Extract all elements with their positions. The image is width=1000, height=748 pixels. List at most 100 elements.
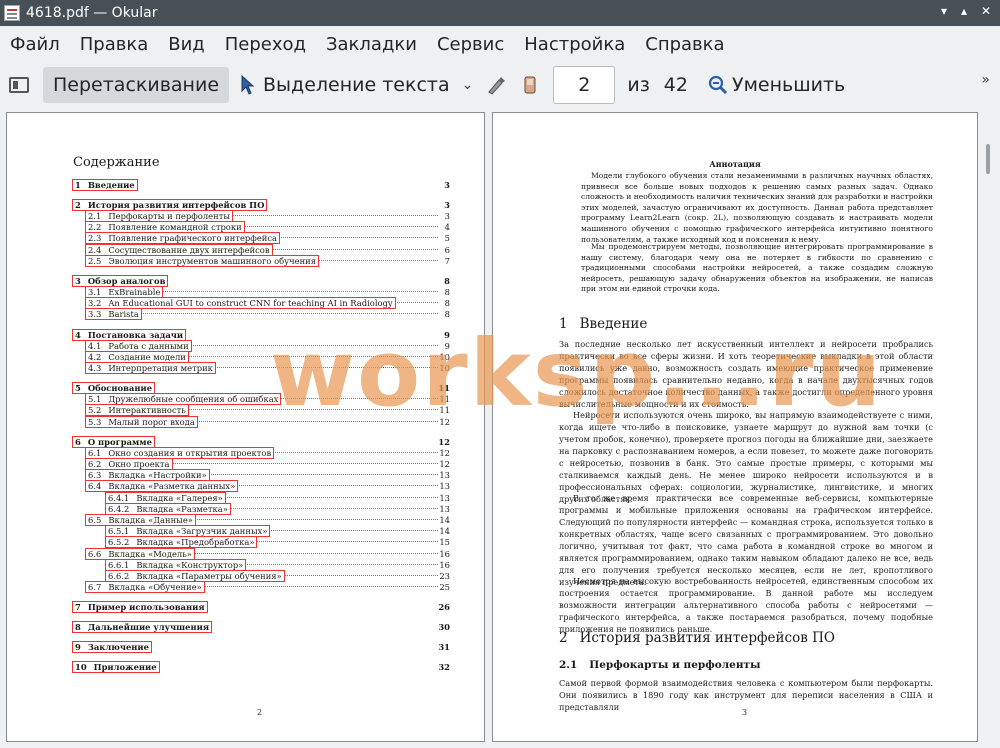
toc-link[interactable]: 6.7 Вкладка «Обучение» (85, 581, 205, 594)
menu-settings[interactable]: Настройка (514, 34, 635, 55)
sidebar-toggle-icon[interactable] (9, 77, 29, 93)
window-title: 4618.pdf — Okular (26, 5, 158, 21)
toc-link[interactable]: 5.3 Малый порог входа (85, 415, 198, 428)
text-selection-tool-button[interactable]: Выделение текста (241, 67, 450, 103)
toc-link[interactable]: 7 Пример использования (72, 601, 208, 614)
toc-link[interactable]: 1 Введение (72, 179, 138, 191)
toc-link[interactable]: 4.2 Создание модели (85, 350, 189, 363)
menu-help[interactable]: Справка (635, 34, 734, 55)
intro-paragraph-1: За последние несколько лет искусственный… (559, 339, 933, 409)
cursor-icon (241, 75, 255, 95)
toc-entry[interactable]: 4.1 Работа с данными 9 (85, 339, 450, 352)
vertical-scrollbar[interactable] (986, 144, 990, 174)
toc-link[interactable]: 6.6.1 Вкладка «Конструктор» (105, 558, 247, 571)
eraser-icon[interactable] (519, 74, 541, 96)
toc-link[interactable]: 3.3 Barista (85, 308, 142, 321)
toc-entry[interactable]: 8 Дальнейшие улучшения 30 (72, 621, 450, 634)
toc-entry[interactable]: 3.3 Barista 8 (85, 308, 450, 321)
toc-link[interactable]: 6.4 Вкладка «Разметка данных» (85, 480, 239, 493)
toc-link[interactable]: 4.3 Интерпретация метрик (85, 362, 216, 374)
toc-link[interactable]: 4.1 Работа с данными (85, 339, 192, 352)
toc-link[interactable]: 10 Приложение (72, 661, 160, 674)
toc-entry[interactable]: 6.6 Вкладка «Модель» 16 (85, 547, 450, 560)
toc-link[interactable]: 6.4.1 Вкладка «Галерея» (105, 491, 226, 504)
menu-bookmarks[interactable]: Закладки (316, 34, 427, 55)
toc-entry-page: 12 (439, 447, 450, 458)
toc-entry[interactable]: 6.5.2 Вкладка «Предобработка» 15 (105, 536, 450, 549)
toc-entry-number: 3.2 (88, 298, 102, 309)
toc-entry-number: 5 (75, 383, 81, 394)
text-selection-label: Выделение текста (263, 74, 450, 96)
menu-go[interactable]: Переход (215, 34, 316, 55)
toc-link[interactable]: 6.6 Вкладка «Модель» (85, 547, 195, 560)
toc-link[interactable]: 2.4 Сосуществование двух интерфейсов (85, 243, 273, 256)
toc-entry-title: Вкладка «Обучение» (108, 582, 202, 593)
toc-entry-page: 9 (444, 340, 450, 351)
toc-entry[interactable]: 10 Приложение 32 (72, 661, 450, 674)
toc-entry[interactable]: 7 Пример использования 26 (72, 601, 450, 614)
menu-view[interactable]: Вид (158, 34, 215, 55)
maximize-button[interactable]: ▴ (956, 4, 972, 18)
toc-entry-number: 6.5.1 (108, 526, 130, 537)
toc-entry[interactable]: 6.4 Вкладка «Разметка данных» 13 (85, 480, 450, 493)
toc-entry-title: Эволюция инструментов машинного обучения (108, 255, 317, 266)
toc-entry-title: Вкладка «Модель» (108, 548, 192, 559)
toc-entry[interactable]: 6.4.2 Вкладка «Разметка» 13 (105, 502, 450, 515)
pdf-page-3: Аннотация Модели глубокого обучения стал… (492, 112, 978, 742)
toc-entry-page: 14 (439, 526, 450, 537)
toc-entry[interactable]: 2.4 Сосуществование двух интерфейсов 6 (85, 243, 450, 256)
toc-entry-title: Интерактивность (108, 405, 186, 416)
toc-entry-page: 13 (439, 503, 450, 514)
toc-link[interactable]: 2.3 Появление графического интерфейса (85, 232, 281, 245)
toc-link[interactable]: 6.1 Окно создания и открытия проектов (85, 446, 275, 459)
section-heading-2: 2 История развития интерфейсов ПО (559, 630, 835, 646)
menu-tools[interactable]: Сервис (427, 34, 514, 55)
toc-entry-title: Малый порог входа (108, 416, 195, 427)
minimize-button[interactable]: ▾ (936, 4, 952, 18)
toolbar-overflow-button[interactable]: » (981, 72, 990, 88)
toc-link[interactable]: 2.5 Эволюция инструментов машинного обуче… (85, 254, 320, 267)
toc-entry[interactable]: 6.1 Окно создания и открытия проектов 12 (85, 446, 450, 459)
toc-link[interactable]: 6.5.2 Вкладка «Предобработка» (105, 536, 258, 549)
browse-tool-button[interactable]: Перетаскивание (43, 67, 230, 103)
toc-link[interactable]: 8 Дальнейшие улучшения (72, 621, 213, 634)
toc-entry-page: 32 (438, 662, 450, 673)
toc-entry[interactable]: 5.3 Малый порог входа 12 (85, 415, 450, 428)
toc-link[interactable]: 5.2 Интерактивность (85, 404, 189, 417)
menu-file[interactable]: Файл (0, 34, 70, 55)
title-bar: 4618.pdf — Okular ▾ ▴ ✕ (0, 0, 1000, 26)
section-title: Введение (579, 316, 648, 332)
toc-entry-number: 2.2 (88, 222, 102, 233)
toc-entry[interactable]: 4.3 Интерпретация метрик 10 (85, 362, 450, 374)
toc-entry-number: 10 (75, 662, 87, 673)
toc-entry-number: 1 (75, 180, 81, 190)
toc-entry-number: 3.1 (88, 287, 102, 297)
toc-entry[interactable]: 6.7 Вкладка «Обучение» 25 (85, 581, 450, 594)
toc-entry[interactable]: 4.2 Создание модели 10 (85, 350, 450, 363)
toc-entry[interactable]: 5.2 Интерактивность 11 (85, 404, 450, 417)
toc-entry-page: 30 (438, 622, 450, 633)
zoom-out-button[interactable]: Уменьшить (708, 74, 845, 96)
close-button[interactable]: ✕ (978, 4, 994, 18)
toc-link[interactable]: 6 О программе (72, 435, 155, 448)
toc-entry-page: 8 (444, 287, 450, 297)
chevron-down-icon[interactable]: ⌄ (462, 77, 474, 93)
toc-entry[interactable]: 1 Введение 3 (72, 179, 450, 191)
toc-link[interactable]: 6.4.2 Вкладка «Разметка» (105, 502, 231, 515)
toc-entry-title: Заключение (87, 642, 149, 653)
toc-link[interactable]: 4 Постановка задачи (72, 328, 187, 341)
menu-edit[interactable]: Правка (70, 34, 159, 55)
page-number-input[interactable]: 2 (553, 66, 616, 104)
toc-entry[interactable]: 2.3 Появление графического интерфейса 5 (85, 232, 450, 245)
toc-entry-page: 23 (439, 571, 450, 581)
toc-entry[interactable]: 9 Заключение 31 (72, 641, 450, 654)
toc-entry-title: Появление графического интерфейса (108, 233, 278, 244)
toc-entry-number: 6.6.1 (108, 559, 130, 570)
toc-entry[interactable]: 6.6.1 Вкладка «Конструктор» 16 (105, 558, 450, 571)
toc-entry-title: An Educational GUI to construct CNN for … (108, 298, 393, 309)
toc-entry-number: 6.4.1 (108, 492, 130, 503)
highlighter-icon[interactable] (485, 74, 507, 96)
toc-entry[interactable]: 6.4.1 Вкладка «Галерея» 13 (105, 491, 450, 504)
toc-link[interactable]: 9 Заключение (72, 641, 152, 654)
toc-entry[interactable]: 2.5 Эволюция инструментов машинного обуче… (85, 254, 450, 267)
